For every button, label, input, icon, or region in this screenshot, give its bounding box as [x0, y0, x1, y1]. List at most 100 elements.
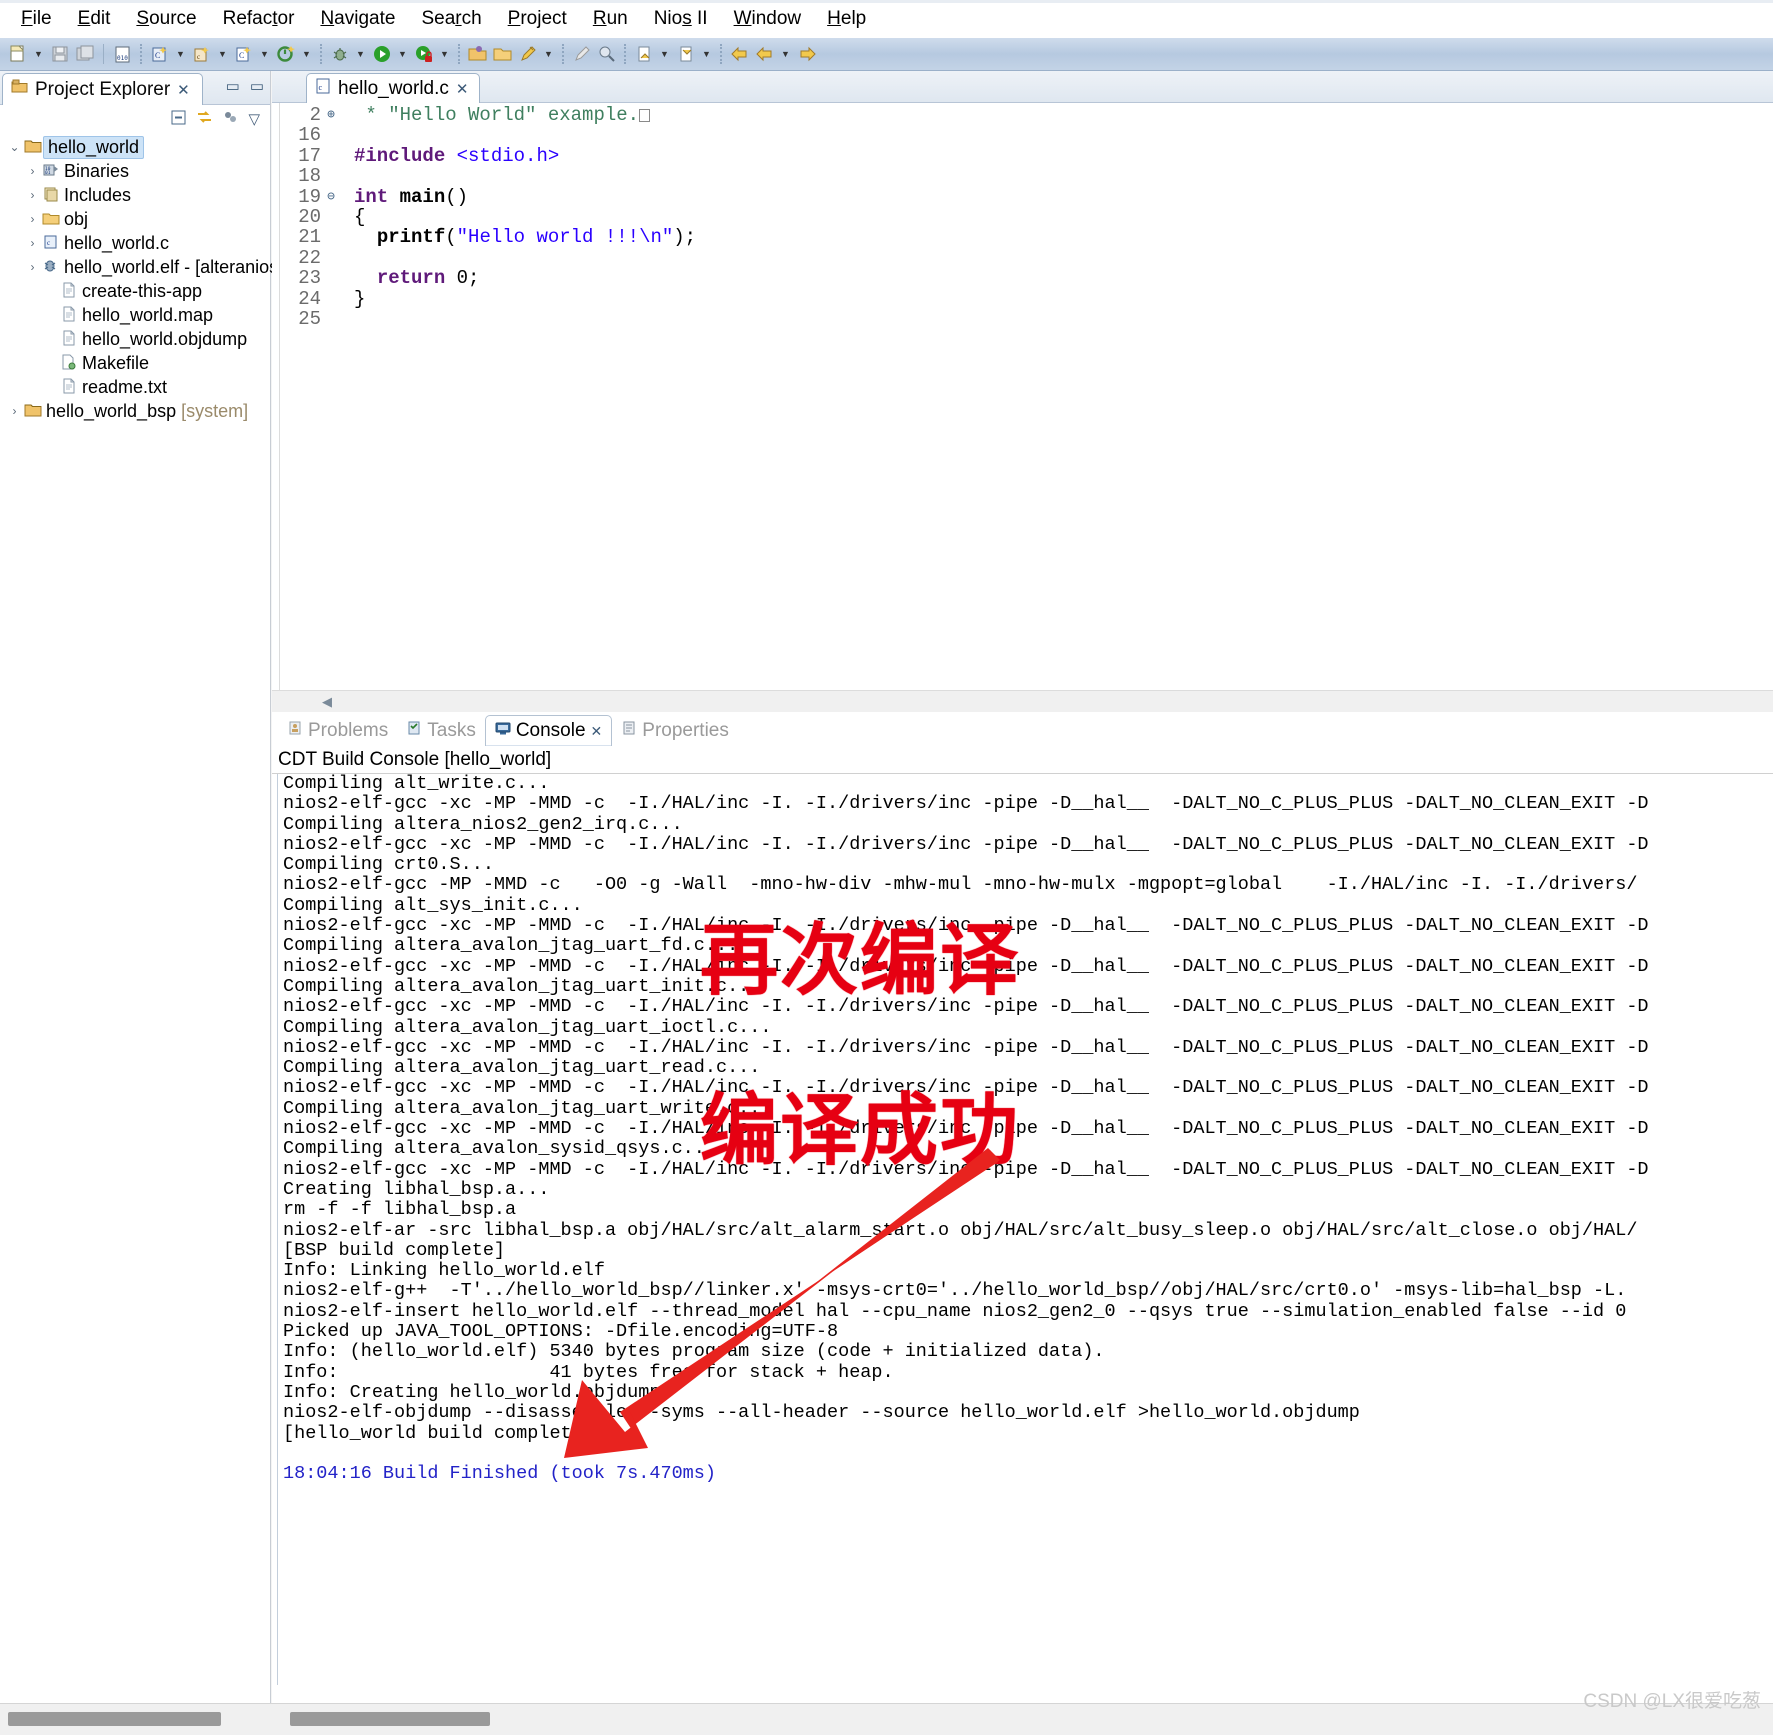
console-line: Compiling altera_avalon_jtag_uart_fd.c..…: [283, 935, 739, 957]
forward-back-icon[interactable]: [753, 43, 776, 66]
new-c-file-dropdown-arrow[interactable]: ▼: [257, 43, 272, 66]
scroll-left-icon[interactable]: ◀: [322, 694, 332, 710]
search-icon[interactable]: [595, 43, 618, 66]
tree-twisty-icon[interactable]: ›: [24, 164, 41, 178]
new-class-icon[interactable]: c: [190, 43, 213, 66]
debug-dropdown-arrow[interactable]: ▼: [353, 43, 368, 66]
run-dropdown-arrow[interactable]: ▼: [395, 43, 410, 66]
marker-icon[interactable]: [570, 43, 593, 66]
forward-arrow-icon[interactable]: [795, 43, 818, 66]
new-class-dropdown-arrow[interactable]: ▼: [215, 43, 230, 66]
history-dropdown-arrow[interactable]: ▼: [778, 43, 793, 66]
menu-project[interactable]: Project: [495, 5, 580, 33]
fold-toggle-icon[interactable]: ⊖: [324, 187, 338, 207]
tree-twisty-icon[interactable]: ›: [24, 260, 41, 274]
code-editor[interactable]: 2 ⊕ * "Hello World" example. 16 17 #include …: [272, 103, 1773, 690]
tree-item-create-this-app[interactable]: create-this-app: [6, 279, 270, 303]
debug-icon[interactable]: [328, 43, 351, 66]
save-all-icon[interactable]: [73, 43, 96, 66]
tree-item-hello-world-map[interactable]: hello_world.map: [6, 303, 270, 327]
tab-console[interactable]: Console ✕: [484, 715, 613, 746]
tree-twisty-icon[interactable]: ⌄: [6, 140, 23, 154]
view-chevron-icon[interactable]: ▽: [248, 110, 260, 128]
tree-twisty-icon[interactable]: ›: [24, 188, 41, 202]
tab-problems[interactable]: Problems: [278, 715, 397, 746]
fold-toggle-icon[interactable]: ⊕: [324, 105, 338, 125]
open-folder-icon[interactable]: [491, 43, 514, 66]
menu-file[interactable]: File: [8, 5, 65, 33]
tree-item-hello-world-elf-alteranios2[interactable]: › hello_world.elf - [alteranios2: [6, 255, 289, 279]
tab-properties[interactable]: Properties: [612, 715, 738, 746]
console-output[interactable]: Compiling alt_write.c... nios2-elf-gcc -x…: [272, 774, 1773, 1685]
tree-item-makefile[interactable]: Makefile: [6, 351, 270, 375]
new-dropdown-arrow[interactable]: ▼: [31, 43, 46, 66]
tree-twisty-icon[interactable]: ›: [24, 236, 41, 250]
tree-twisty-icon[interactable]: ›: [6, 404, 23, 418]
menu-edit[interactable]: Edit: [65, 5, 124, 33]
tree-item-includes[interactable]: › Includes: [6, 183, 270, 207]
tab-hello-world-c[interactable]: c hello_world.c ✕: [306, 73, 481, 104]
save-icon[interactable]: [48, 43, 71, 66]
run-icon[interactable]: [370, 43, 393, 66]
minimize-icon[interactable]: ▭: [226, 77, 240, 95]
tree-item-obj[interactable]: › obj: [6, 207, 270, 231]
new-c-file-icon[interactable]: C: [232, 43, 255, 66]
new-file-icon[interactable]: [6, 43, 29, 66]
project-explorer-view: Project Explorer ✕ ▭ ▭ ▽ ⌄ hello_world › 10…: [0, 71, 289, 1703]
build-icon[interactable]: [274, 43, 297, 66]
code-line: 23 return 0;: [280, 268, 1773, 289]
editor-horizontal-scrollbar[interactable]: ◀: [272, 690, 1773, 712]
tree-twisty-icon[interactable]: ›: [24, 212, 41, 226]
tree-item-hello-world-bsp[interactable]: › hello_world_bsp [system]: [6, 399, 270, 423]
menu-source[interactable]: Source: [123, 5, 209, 33]
menu-bar: File Edit Source Refactor Navigate Search Proj…: [0, 0, 1773, 38]
tree-item-binaries[interactable]: › 10 01 Binaries: [6, 159, 270, 183]
explorer-horizontal-scrollbar[interactable]: [8, 1712, 221, 1726]
close-icon[interactable]: ✕: [177, 81, 190, 99]
close-icon[interactable]: ✕: [591, 723, 603, 740]
project-explorer-icon: [11, 78, 28, 101]
collapse-all-icon[interactable]: [170, 109, 187, 130]
console-line: Picked up JAVA_TOOL_OPTIONS: -Dfile.enco…: [283, 1321, 839, 1343]
open-resource-icon[interactable]: [466, 43, 489, 66]
code-lines[interactable]: 2 ⊕ * "Hello World" example. 16 17 #include …: [280, 103, 1773, 690]
menu-search[interactable]: Search: [408, 5, 494, 33]
menu-navigate[interactable]: Navigate: [307, 5, 408, 33]
menu-run[interactable]: Run: [580, 5, 641, 33]
build-dropdown-arrow[interactable]: ▼: [299, 43, 314, 66]
pencil-icon[interactable]: [516, 43, 539, 66]
menu-nios-ii[interactable]: Nios II: [641, 5, 721, 33]
tree-item-readme-txt[interactable]: readme.txt: [6, 375, 270, 399]
console-horizontal-scrollbar[interactable]: [290, 1712, 490, 1726]
tree-item-hello-world[interactable]: ⌄ hello_world: [6, 135, 270, 159]
pencil-dropdown-arrow[interactable]: ▼: [541, 43, 556, 66]
binary-editor-icon[interactable]: 010: [111, 43, 134, 66]
run-secure-icon[interactable]: [412, 43, 435, 66]
new-c-project-icon[interactable]: C: [148, 43, 171, 66]
menu-refactor[interactable]: Refactor: [210, 5, 308, 33]
view-window-controls: ▭ ▭: [226, 77, 264, 95]
console-line: nios2-elf-gcc -xc -MP -MMD -c -I./HAL/in…: [283, 1118, 1649, 1140]
link-with-editor-icon[interactable]: [196, 109, 213, 130]
view-menu-icon[interactable]: [222, 109, 239, 130]
previous-annotation-dropdown-arrow[interactable]: ▼: [699, 43, 714, 66]
console-line: nios2-elf-gcc -xc -MP -MMD -c -I./HAL/in…: [283, 833, 1649, 855]
tab-project-explorer[interactable]: Project Explorer ✕: [2, 73, 203, 105]
new-c-dropdown-arrow[interactable]: ▼: [173, 43, 188, 66]
close-icon[interactable]: ✕: [456, 80, 469, 98]
next-annotation-icon[interactable]: [632, 43, 655, 66]
previous-annotation-icon[interactable]: [674, 43, 697, 66]
menu-window[interactable]: Window: [721, 5, 815, 33]
line-number: 18: [280, 166, 324, 187]
tab-tasks[interactable]: Tasks: [397, 715, 485, 746]
next-annotation-dropdown-arrow[interactable]: ▼: [657, 43, 672, 66]
makefile-icon: [59, 354, 79, 372]
back-icon[interactable]: [728, 43, 751, 66]
console-line: Info: 41 bytes free for stack + heap.: [283, 1361, 894, 1383]
maximize-icon[interactable]: ▭: [250, 77, 264, 95]
run-secure-dropdown-arrow[interactable]: ▼: [437, 43, 452, 66]
svg-text:C: C: [239, 51, 244, 60]
tree-item-hello-world-c[interactable]: › c hello_world.c: [6, 231, 270, 255]
menu-help[interactable]: Help: [814, 5, 879, 33]
tree-item-hello-world-objdump[interactable]: hello_world.objdump: [6, 327, 270, 351]
